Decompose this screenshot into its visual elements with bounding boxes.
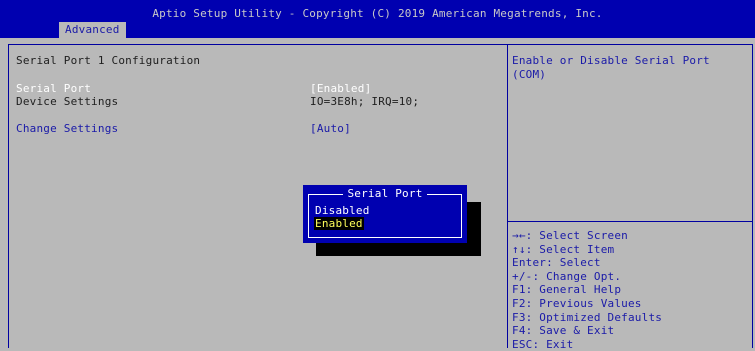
- panel-divider: [507, 44, 508, 348]
- popup-title: Serial Port: [303, 187, 467, 200]
- change-settings-label[interactable]: Change Settings: [16, 122, 118, 136]
- key-legend: →←: Select Screen ↑↓: Select Item Enter:…: [512, 229, 662, 351]
- serial-port-popup[interactable]: Serial Port Disabled Enabled: [303, 185, 467, 243]
- change-settings-value[interactable]: [Auto]: [310, 122, 351, 136]
- device-settings-value: IO=3E8h; IRQ=10;: [310, 95, 420, 108]
- help-divider: [508, 221, 753, 222]
- title-bar: Aptio Setup Utility - Copyright (C) 2019…: [0, 0, 755, 38]
- key-hint: F3: Optimized Defaults: [512, 310, 663, 324]
- app-title: Aptio Setup Utility - Copyright (C) 2019…: [152, 7, 603, 20]
- serial-port-label[interactable]: Serial Port: [16, 82, 91, 96]
- key-hint: ↑↓: Select Item: [512, 242, 615, 256]
- section-title: Serial Port 1 Configuration: [16, 54, 201, 67]
- help-text: Enable or Disable Serial Port (COM): [512, 54, 710, 81]
- key-hint: ESC: Exit: [512, 337, 574, 351]
- key-hint: Enter: Select: [512, 256, 601, 270]
- key-hint: F2: Previous Values: [512, 296, 642, 310]
- option-enabled[interactable]: Enabled: [314, 217, 364, 230]
- key-hint: F4: Save & Exit: [512, 324, 615, 338]
- option-disabled[interactable]: Disabled: [314, 204, 371, 217]
- tab-advanced[interactable]: Advanced: [59, 22, 126, 38]
- key-hint: →←: Select Screen: [512, 229, 628, 242]
- key-hint: F1: General Help: [512, 283, 622, 297]
- device-settings-label: Device Settings: [16, 95, 119, 108]
- key-hint: +/-: Change Opt.: [512, 269, 622, 283]
- serial-port-value[interactable]: [Enabled]: [310, 82, 371, 96]
